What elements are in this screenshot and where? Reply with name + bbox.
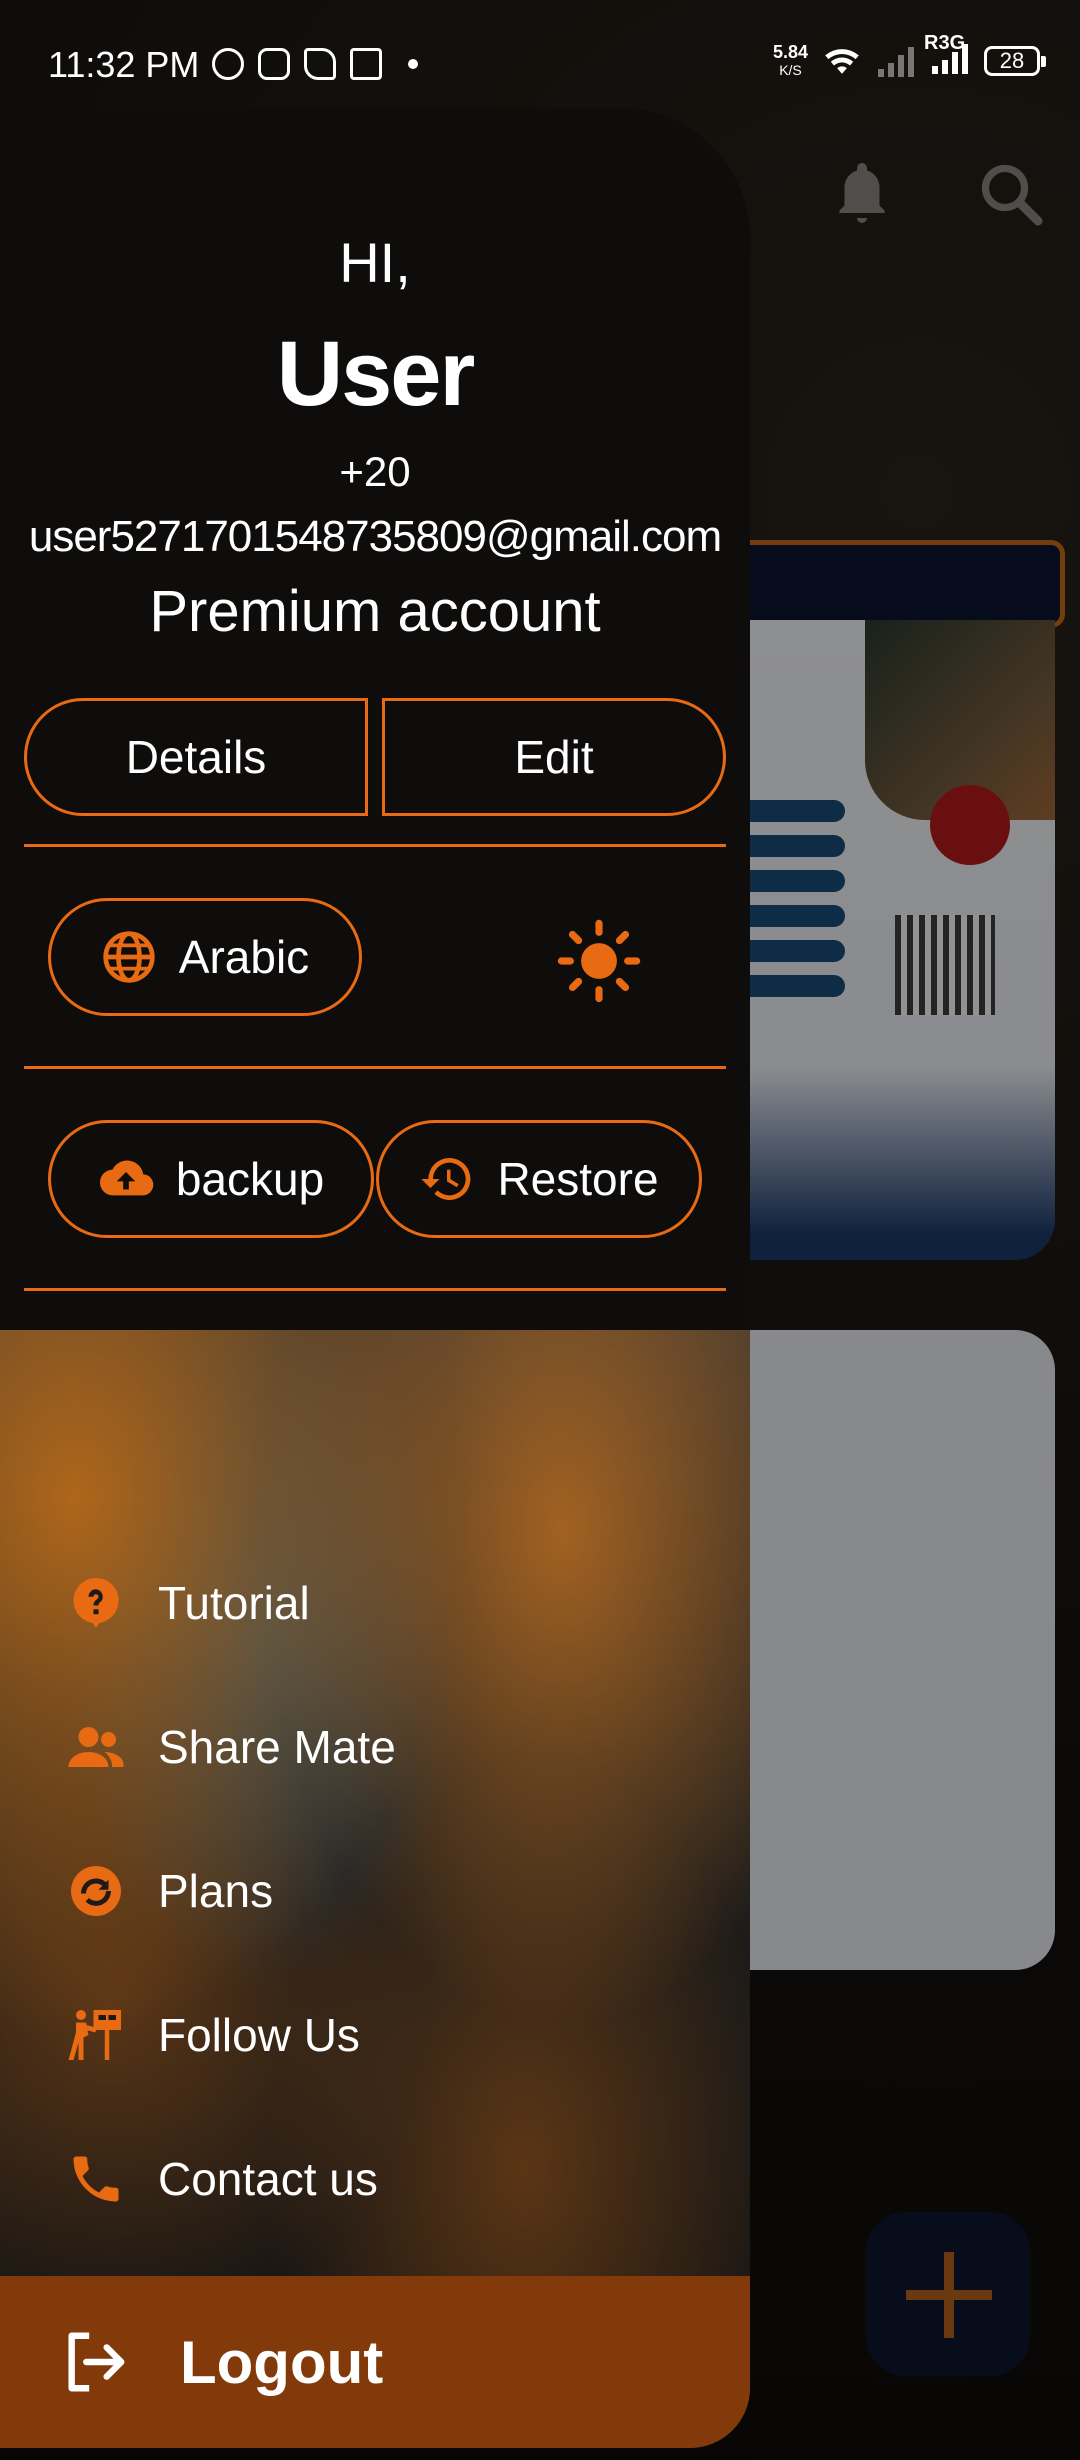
menu-item-label: Follow Us — [158, 2009, 360, 2061]
user-name: User — [276, 323, 476, 425]
menu-item-follow-us[interactable]: Follow Us — [0, 1980, 750, 2090]
globe-icon — [103, 931, 155, 983]
menu-item-plans[interactable]: Plans — [0, 1836, 750, 1946]
phone-icon — [73, 2156, 119, 2202]
wifi-icon — [825, 48, 859, 74]
history-icon — [421, 1157, 471, 1200]
cloud-upload-icon — [99, 1160, 154, 1196]
logout-button[interactable]: Logout — [0, 2276, 750, 2448]
menu-item-tutorial[interactable]: Tutorial — [0, 1548, 750, 1658]
follow-icon — [68, 2010, 121, 2060]
details-button[interactable]: Details — [24, 698, 368, 816]
navigation-drawer: HI, User +20 user5271701548735809@gmail.… — [0, 108, 750, 2448]
backup-button[interactable]: backup — [48, 1120, 374, 1238]
account-type: Premium account — [149, 579, 601, 644]
more-notifications-dot — [408, 59, 418, 69]
divider — [24, 1066, 726, 1069]
instagram-icon — [258, 48, 290, 80]
menu-item-share-mate[interactable]: Share Mate — [0, 1692, 750, 1802]
user-email: user5271701548735809@gmail.com — [28, 512, 722, 561]
net-speed: 5.84 K/S — [773, 43, 808, 79]
status-time: 11:32 PM — [48, 44, 200, 85]
system-status: 5.84 K/S R3G 28 — [773, 32, 1046, 79]
menu-item-label: Tutorial — [158, 1577, 310, 1629]
menu-item-label: Plans — [158, 1865, 274, 1917]
divider — [24, 1288, 726, 1291]
status-bar: 11:32 PM 5.84 K/S R3G 28 — [0, 0, 1080, 110]
logout-icon — [68, 2332, 125, 2392]
net-speed-unit: K/S — [779, 61, 802, 78]
tiktok-icon — [304, 48, 336, 80]
language-label: Arabic — [178, 931, 310, 983]
app-notification-icon — [350, 48, 382, 80]
divider — [24, 844, 726, 847]
restore-button[interactable]: Restore — [376, 1120, 702, 1238]
signal-r3g: R3G — [924, 32, 970, 79]
signal-icon — [878, 46, 914, 77]
edit-button[interactable]: Edit — [382, 698, 726, 816]
whatsapp-icon — [212, 48, 244, 80]
notification-icons — [212, 48, 418, 80]
net-speed-value: 5.84 — [772, 41, 808, 62]
battery-icon: 28 — [984, 45, 1046, 76]
profile-buttons: Details Edit — [24, 698, 726, 818]
sun-icon[interactable] — [556, 918, 642, 1004]
menu-item-label: Contact us — [158, 2153, 378, 2205]
carrier-label: R3G — [924, 32, 966, 54]
menu-item-label: Share Mate — [158, 1721, 396, 1773]
help-circle-icon — [73, 1577, 119, 1628]
user-phone: +20 — [339, 448, 411, 495]
people-icon — [68, 1727, 124, 1767]
language-button[interactable]: Arabic — [48, 898, 362, 1016]
restore-label: Restore — [497, 1153, 659, 1205]
drawer-header: HI, User +20 user5271701548735809@gmail.… — [0, 108, 750, 1330]
greeting: HI, — [339, 231, 411, 294]
menu-item-contact-us[interactable]: Contact us — [0, 2124, 750, 2234]
logout-label: Logout — [180, 2328, 384, 2396]
backup-label: backup — [175, 1153, 325, 1205]
plans-icon — [71, 1866, 121, 1916]
